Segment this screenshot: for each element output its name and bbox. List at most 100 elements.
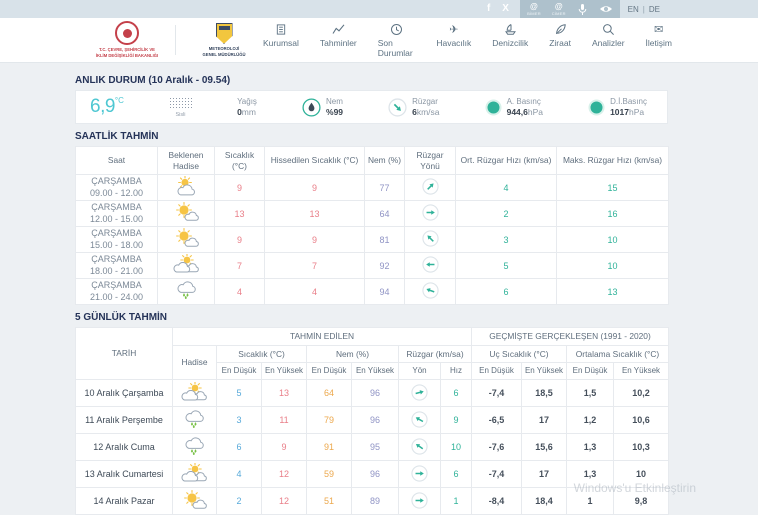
fog-icon (168, 96, 192, 110)
hourly-max-wind-cell: 10 (556, 226, 669, 253)
hourly-humidity-cell: 94 (364, 278, 405, 305)
nav-label: Ziraat (549, 37, 571, 48)
nav-item-havacilik[interactable]: ✈ Havacılık (436, 23, 471, 58)
hourly-time-cell: ÇARŞAMBA 09.00 - 12.00 (75, 174, 158, 201)
daily-weather-cell (172, 406, 217, 434)
mgm-shield-icon (215, 22, 233, 44)
hourly-col-header: Rüzgar Yönü (404, 146, 456, 175)
building-icon (275, 23, 287, 36)
wind-direction-icon (421, 230, 439, 247)
hourly-feels-cell: 7 (264, 252, 365, 279)
hourly-temp-cell: 7 (214, 252, 265, 279)
lang-en[interactable]: EN (628, 5, 639, 14)
twitter-x-icon[interactable]: X (497, 0, 514, 18)
daily-ext-min-cell: -7,6 (471, 433, 522, 461)
current-item-label: D.İ.Basınç (610, 97, 647, 107)
hourly-wind-dir-cell (404, 278, 456, 305)
cimer-icon[interactable]: @ CİMER (552, 2, 566, 16)
hourly-weather-cell (157, 200, 215, 227)
hourly-row: ÇARŞAMBA 15.00 - 18.00 9 9 81 3 10 (75, 226, 669, 253)
nav-item-i̇letisim[interactable]: ✉ İletişim (646, 23, 672, 58)
hourly-temp-cell: 4 (214, 278, 265, 305)
hourly-weather-cell (157, 252, 215, 279)
current-item-label: Yağış (237, 97, 257, 107)
daily-avg-min-cell: 1,3 (566, 460, 614, 488)
rain-weather-icon (174, 280, 199, 301)
nav-item-kurumsal[interactable]: Kurumsal (263, 23, 299, 58)
hourly-col-header: Hissedilen Sıcaklık (°C) (264, 146, 365, 175)
nav-item-ziraat[interactable]: Ziraat (549, 23, 571, 58)
col-header-wind: Rüzgar (km/sa) (398, 344, 472, 363)
nav-item-tahminler[interactable]: Tahminler (320, 23, 357, 58)
col-header-avg-min: En Düşük (566, 362, 614, 380)
daily-temp-min-cell: 6 (216, 433, 262, 461)
hourly-max-wind-cell: 13 (556, 278, 669, 305)
ministry-logo[interactable]: T.C. ÇEVRE, ŞEHİRCİLİK VE İKLİM DEĞİŞİKL… (88, 21, 166, 58)
daily-ext-max-cell: 17 (521, 460, 567, 488)
nav-label: İletişim (645, 37, 672, 48)
wind-direction-icon (411, 491, 428, 509)
hourly-avg-wind-cell: 3 (455, 226, 557, 253)
current-item-1: Nem %99 (302, 97, 343, 117)
microphone-icon[interactable] (577, 3, 588, 16)
daily-date-cell: 13 Aralık Cumartesi (75, 460, 173, 488)
daily-avg-max-cell: 10 (613, 460, 669, 488)
daily-hum-min-cell: 79 (306, 406, 352, 434)
hourly-humidity-cell: 64 (364, 200, 405, 227)
bimer-icon[interactable]: @ BİMER (527, 2, 541, 16)
pressure-icon (485, 99, 502, 116)
col-header-extreme-temp: Uç Sıcaklık (°C) (471, 344, 567, 363)
col-header-wind-speed: Hız (440, 362, 472, 380)
current-conditions-title: ANLIK DURUM (10 Aralık - 09.54) (75, 75, 231, 86)
current-item-value: 0mm (237, 106, 256, 117)
sunny-cloud-weather-icon (173, 202, 200, 223)
daily-temp-min-cell: 4 (216, 460, 262, 488)
mgm-logo[interactable]: METEOROLOJİ GENEL MÜDÜRLÜĞÜ (185, 22, 263, 57)
daily-temp-max-cell: 9 (261, 433, 307, 461)
site-header: T.C. ÇEVRE, ŞEHİRCİLİK VE İKLİM DEĞİŞİKL… (0, 18, 758, 63)
daily-wind-speed-cell: 6 (440, 460, 472, 488)
clock-icon (390, 23, 403, 36)
pressure-icon (588, 99, 605, 116)
rain-weather-icon (182, 436, 207, 457)
daily-date-cell: 14 Aralık Pazar (75, 487, 173, 515)
nav-label: Denizcilik (492, 37, 529, 48)
group-header-forecast: TAHMİN EDİLEN (172, 327, 472, 346)
daily-weather-cell (172, 433, 217, 461)
current-item-4: D.İ.Basınç 1017hPa (588, 97, 647, 117)
current-item-0: Yağış 0mm (237, 97, 257, 117)
lang-de[interactable]: DE (649, 5, 660, 14)
accessibility-eye-icon[interactable] (599, 4, 613, 14)
hourly-row: ÇARŞAMBA 12.00 - 15.00 13 13 64 2 16 (75, 200, 669, 227)
hourly-feels-cell: 9 (264, 226, 365, 253)
nav-item-son-durumlar[interactable]: Son Durumlar (378, 23, 416, 58)
hourly-weather-cell (157, 174, 215, 201)
wind-direction-icon (421, 256, 439, 273)
col-header-humidity: Nem (%) (306, 344, 399, 363)
daily-temp-max-cell: 12 (261, 460, 307, 488)
current-item-3: A. Basınç 944,6hPa (485, 97, 543, 117)
chart-icon (332, 23, 345, 36)
facebook-icon[interactable]: f (480, 0, 497, 18)
daily-ext-max-cell: 18,4 (521, 487, 567, 515)
daily-ext-min-cell: -7,4 (471, 460, 522, 488)
hourly-avg-wind-cell: 2 (455, 200, 557, 227)
nav-item-analizler[interactable]: Analizler (592, 23, 625, 58)
current-item-label: Nem (326, 97, 343, 107)
hourly-time-cell: ÇARŞAMBA 21.00 - 24.00 (75, 278, 158, 305)
hourly-forecast-table: Saat Beklenen Hadise Sıcaklık (°C) Hissedil… (75, 146, 669, 305)
hourly-wind-dir-cell (404, 226, 456, 253)
col-header-temp-min: En Düşük (216, 362, 262, 380)
hourly-row: ÇARŞAMBA 09.00 - 12.00 9 9 77 4 15 (75, 174, 669, 201)
daily-wind-speed-cell: 6 (440, 379, 472, 407)
daily-weather-cell (172, 379, 217, 407)
hourly-time-cell: ÇARŞAMBA 15.00 - 18.00 (75, 226, 158, 253)
daily-weather-cell (172, 487, 217, 515)
col-header-temp: Sıcaklık (°C) (216, 344, 307, 363)
plane-icon: ✈ (449, 22, 459, 36)
daily-avg-max-cell: 10,2 (613, 379, 669, 407)
hourly-row: ÇARŞAMBA 18.00 - 21.00 7 7 92 5 10 (75, 252, 669, 279)
rain-weather-icon (182, 409, 207, 430)
nav-item-denizcilik[interactable]: Denizcilik (492, 23, 528, 58)
current-item-value: 6km/sa (412, 106, 440, 117)
